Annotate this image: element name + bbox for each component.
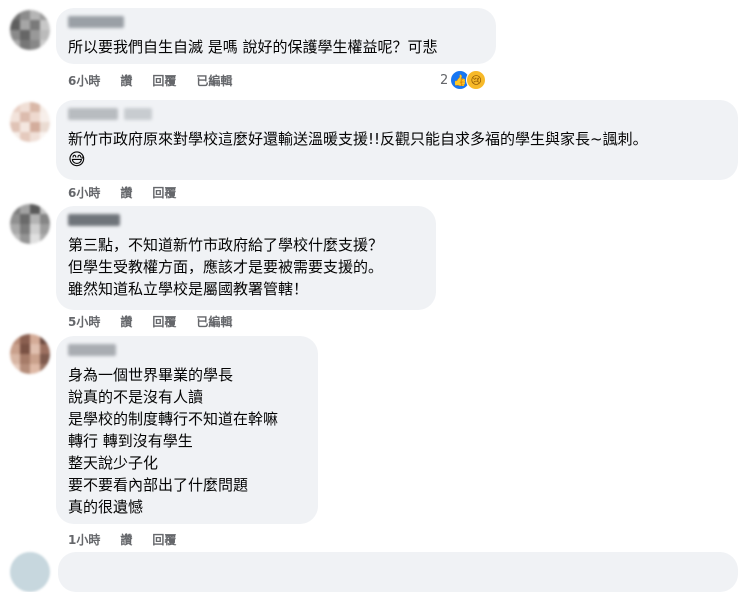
timestamp[interactable]: 6小時: [68, 184, 100, 201]
comment-text-line: 但學生受教權方面，應該才是要被需要支援的。: [68, 258, 384, 276]
comment-text-line: 真的很遺憾: [68, 498, 144, 516]
timestamp[interactable]: 1小時: [68, 531, 100, 548]
comment-text-line: 轉行 轉到沒有學生: [68, 432, 193, 450]
reaction-summary[interactable]: 2 👍 😢: [440, 70, 487, 90]
author-name-blurred[interactable]: [68, 16, 484, 30]
comment-actions: 6小時 讚 回覆: [68, 184, 176, 201]
comment-text-line: 第三點，不知道新竹市政府給了學校什麼支援？: [68, 236, 384, 254]
comment-text-line: 說真的不是沒有人讀: [68, 388, 204, 406]
commenter-avatar[interactable]: [10, 102, 50, 142]
commenter-avatar[interactable]: [10, 204, 50, 244]
comment-text: 所以要我們自生自滅 是嗎 說好的保護學生權益呢？可悲: [68, 38, 438, 56]
commenter-avatar[interactable]: [10, 10, 50, 50]
timestamp[interactable]: 6小時: [68, 72, 100, 89]
comment-text-line: 是學校的制度轉行不知道在幹嘛: [68, 410, 279, 428]
comment-text: 新竹市政府原來對學校這麼好還輸送溫暖支援!!反觀只能自求多福的學生與家長~諷刺。: [68, 130, 648, 148]
edited-label[interactable]: 已編輯: [196, 313, 232, 330]
author-name-blurred[interactable]: [68, 344, 306, 358]
author-name-blurred[interactable]: [68, 214, 424, 228]
comment-bubble: 新竹市政府原來對學校這麼好還輸送溫暖支援!!反觀只能自求多福的學生與家長~諷刺。…: [56, 100, 738, 180]
comment-actions: 6小時 讚 回覆 已編輯: [68, 72, 232, 89]
reply-button[interactable]: 回覆: [152, 531, 176, 548]
commenter-avatar[interactable]: [10, 552, 50, 592]
comment-text-line: 雖然知道私立學校是屬國教署管轄！: [68, 280, 309, 298]
comment-text-line: 要不要看內部出了什麼問題: [68, 476, 249, 494]
comment-bubble: [58, 552, 738, 592]
like-button[interactable]: 讚: [120, 72, 132, 89]
author-name-blurred[interactable]: [68, 108, 726, 122]
smile-sweat-emoji: 😅: [68, 150, 86, 170]
timestamp[interactable]: 5小時: [68, 313, 100, 330]
like-button[interactable]: 讚: [120, 531, 132, 548]
sad-icon: 😢: [466, 70, 487, 90]
comment-bubble: 第三點，不知道新竹市政府給了學校什麼支援？ 但學生受教權方面，應該才是要被需要支…: [56, 206, 436, 310]
like-button[interactable]: 讚: [120, 313, 132, 330]
comment-bubble: 所以要我們自生自滅 是嗎 說好的保護學生權益呢？可悲: [56, 8, 496, 64]
comment-text-line: 身為一個世界畢業的學長: [68, 366, 234, 384]
comment-actions: 5小時 讚 回覆 已編輯: [68, 313, 232, 330]
edited-label[interactable]: 已編輯: [196, 72, 232, 89]
like-button[interactable]: 讚: [120, 184, 132, 201]
comment-bubble: 身為一個世界畢業的學長 說真的不是沒有人讀 是學校的制度轉行不知道在幹嘛 轉行 …: [56, 336, 318, 524]
reply-button[interactable]: 回覆: [152, 313, 176, 330]
commenter-avatar[interactable]: [10, 334, 50, 374]
reaction-count: 2: [440, 72, 449, 88]
reply-button[interactable]: 回覆: [152, 72, 176, 89]
comment-actions: 1小時 讚 回覆: [68, 531, 176, 548]
comment-text-line: 整天說少子化: [68, 454, 159, 472]
reply-button[interactable]: 回覆: [152, 184, 176, 201]
